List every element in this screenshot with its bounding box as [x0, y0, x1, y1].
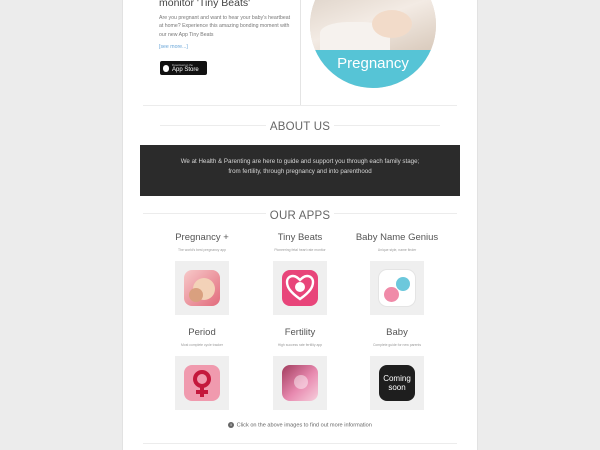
section-divider	[143, 105, 457, 106]
app-name-pregnancy: Pregnancy +	[175, 232, 229, 243]
app-name-baby: Baby	[386, 327, 408, 338]
baby-app-icon: Coming soon	[379, 365, 415, 401]
app-name-period: Period	[188, 327, 216, 338]
tiny-beats-app-icon	[282, 270, 318, 306]
app-tile-baby[interactable]: Coming soon	[370, 356, 424, 410]
about-us-box: We at Health & Parenting are here to gui…	[140, 145, 460, 196]
pregnancy-hero-image[interactable]: Pregnancy	[310, 0, 436, 88]
app-sub-baby: Complete guide for new parents	[372, 343, 422, 347]
app-sub-pregnancy: The world's best pregnancy app	[178, 248, 226, 252]
pregnancy-app-icon	[184, 270, 220, 306]
app-tile-period[interactable]	[175, 356, 229, 410]
hero-description: Are you pregnant and want to hear your b…	[159, 15, 291, 38]
hero-title: monitor 'Tiny Beats'	[159, 0, 251, 9]
pregnancy-image-label: Pregnancy	[337, 55, 409, 72]
hero-divider	[300, 0, 301, 105]
app-tile-pregnancy[interactable]	[175, 261, 229, 315]
period-app-icon	[184, 365, 220, 401]
app-sub-tiny-beats: Pioneering fetal heart rate monitor	[274, 248, 326, 252]
apps-footer-note: i Click on the above images to find out …	[0, 422, 600, 428]
app-name-tiny-beats: Tiny Beats	[277, 232, 323, 243]
app-store-button[interactable]: Download on the App Store	[160, 61, 207, 75]
about-us-text: We at Health & Parenting are here to gui…	[180, 158, 420, 175]
coming-soon-label: Coming soon	[383, 374, 411, 392]
appstore-big-label: App Store	[172, 66, 199, 73]
app-sub-period: Most complete cycle tracker	[180, 343, 224, 347]
see-more-link[interactable]: [see more...]	[159, 44, 188, 50]
app-name-baby-name-genius: Baby Name Genius	[355, 232, 439, 243]
info-icon: i	[228, 422, 235, 428]
app-tile-baby-name-genius[interactable]	[370, 261, 424, 315]
our-apps-heading: OUR APPS	[265, 210, 335, 222]
bottom-divider	[143, 443, 457, 444]
app-tile-fertility[interactable]	[273, 356, 327, 410]
app-tile-tiny-beats[interactable]	[273, 261, 327, 315]
baby-name-genius-app-icon	[379, 270, 415, 306]
app-name-fertility: Fertility	[284, 327, 316, 338]
app-sub-fertility: High success rate fertility app	[277, 343, 323, 347]
apple-icon	[163, 64, 169, 72]
about-us-heading: ABOUT US	[265, 121, 335, 133]
apps-footer-text: Click on the above images to find out mo…	[236, 422, 372, 429]
fertility-app-icon	[282, 365, 318, 401]
app-sub-baby-name-genius: Unique style, name finder	[377, 248, 417, 252]
